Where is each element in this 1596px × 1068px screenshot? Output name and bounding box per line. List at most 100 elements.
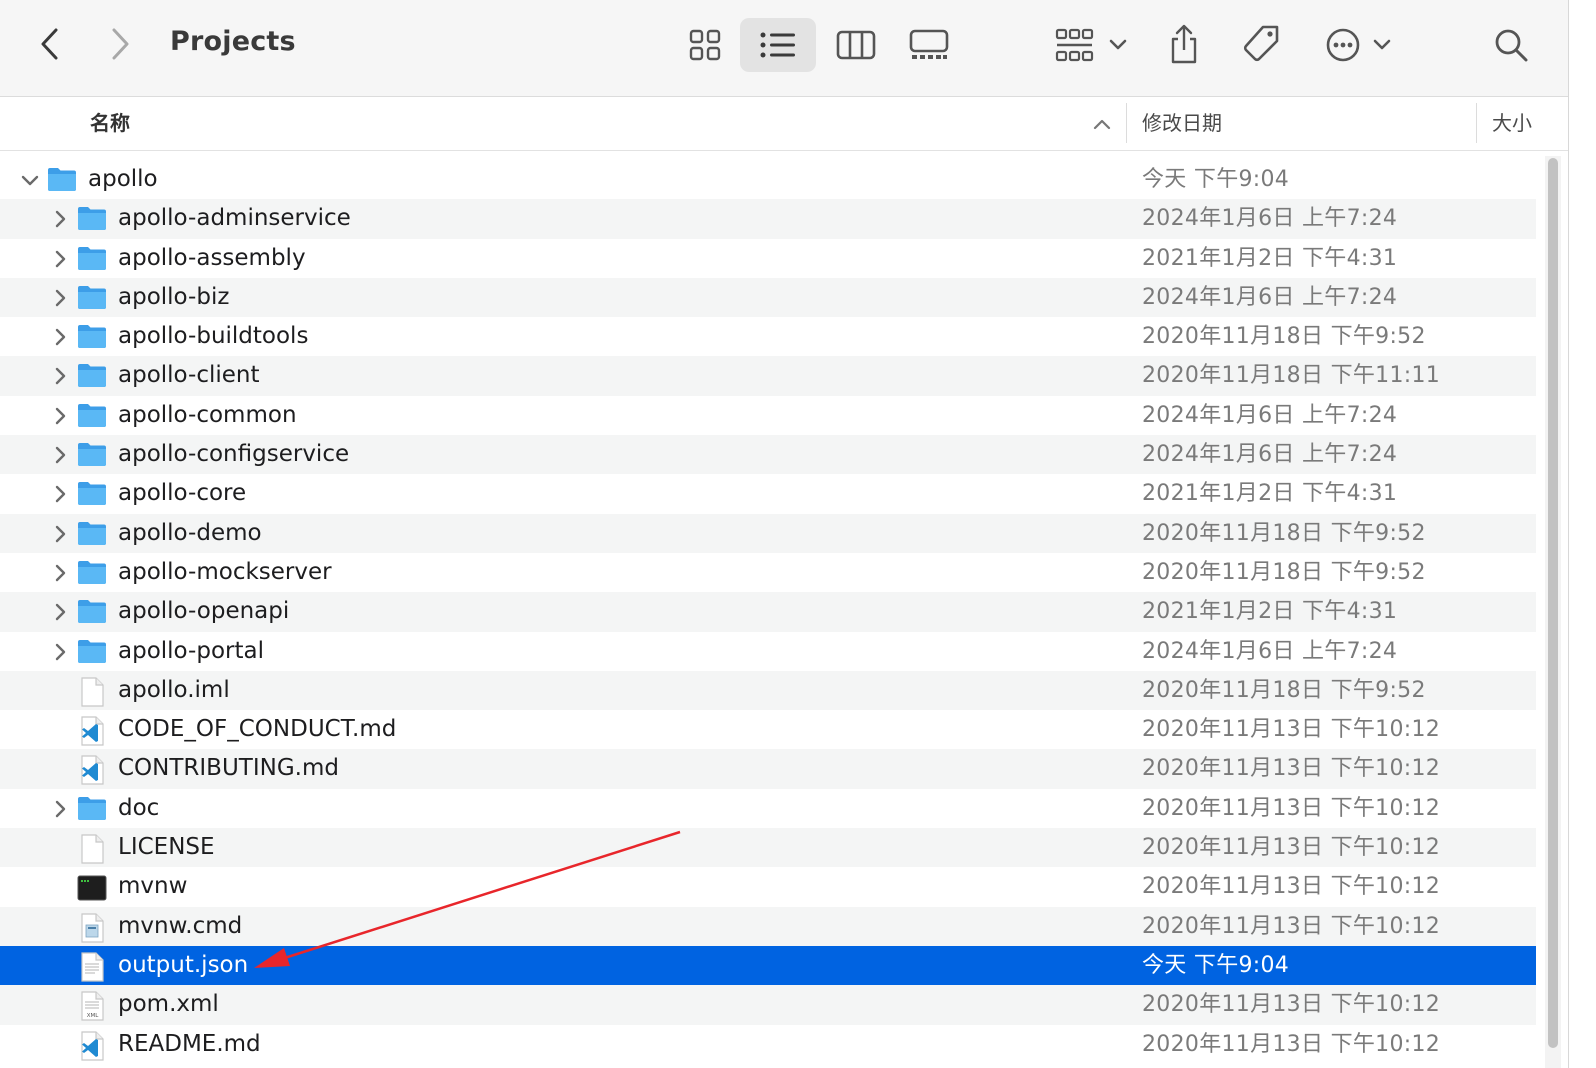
file-row[interactable]: README.md 2020年11月13日 下午10:12 (0, 1025, 1536, 1064)
disclosure-collapsed-icon[interactable] (50, 288, 70, 308)
file-row[interactable]: apollo.iml 2020年11月18日 下午9:52 (0, 670, 1536, 711)
file-modified-date: 2020年11月13日 下午10:12 (1142, 1031, 1441, 1057)
file-modified-date: 2020年11月18日 下午11:11 (1142, 363, 1441, 389)
vscode-document-icon (77, 1030, 107, 1061)
disclosure-collapsed-icon[interactable] (50, 445, 70, 465)
sort-ascending-icon[interactable] (1090, 113, 1114, 135)
disclosure-collapsed-icon[interactable] (50, 249, 70, 269)
file-modified-date: 2020年11月13日 下午10:12 (1142, 913, 1441, 939)
share-icon (1171, 24, 1197, 64)
search-button[interactable] (1490, 24, 1532, 66)
disclosure-expanded-icon[interactable] (20, 170, 40, 190)
file-row[interactable]: output.json 今天 下午9:04 (0, 945, 1536, 986)
vscode-document-icon (77, 716, 107, 746)
disclosure-collapsed-icon[interactable] (50, 484, 70, 504)
file-name: CONTRIBUTING.md (118, 755, 339, 782)
text-document-icon (77, 952, 107, 982)
file-modified-date: 2020年11月13日 下午10:12 (1142, 992, 1441, 1018)
list-icon (760, 32, 795, 58)
file-name: apollo-adminservice (118, 205, 351, 232)
file-row[interactable]: apollo-mockserver 2020年11月18日 下午9:52 (0, 553, 1536, 592)
view-as-list-button[interactable] (740, 18, 816, 72)
file-name: README.md (118, 1030, 261, 1057)
group-grid-icon (1055, 28, 1094, 62)
file-name: apollo-common (118, 401, 297, 428)
file-row[interactable]: apollo-client 2020年11月18日 下午11:11 (0, 356, 1536, 396)
svg-text:XML: XML (87, 1013, 100, 1019)
back-button[interactable] (30, 24, 70, 64)
column-size-header[interactable]: 大小 (1492, 97, 1532, 150)
view-as-icons-button[interactable] (684, 24, 726, 66)
file-list: apollo 今天 下午9:04 apollo-adminservice 2024年1… (0, 160, 1536, 1064)
file-modified-date: 2024年1月6日 上午7:24 (1142, 638, 1398, 664)
file-row[interactable]: apollo-configservice 2024年1月6日 上午7:24 (0, 435, 1536, 475)
file-name: output.json (118, 951, 249, 978)
file-row[interactable]: mvnw.cmd 2020年11月13日 下午10:12 (0, 906, 1536, 946)
chevron-down-icon (1373, 39, 1391, 50)
disclosure-collapsed-icon[interactable] (50, 524, 70, 544)
folder-icon (77, 362, 107, 390)
terminal-executable-icon (77, 873, 107, 901)
column-name-header[interactable]: 名称 (90, 97, 130, 150)
file-row[interactable]: apollo-common 2024年1月6日 上午7:24 (0, 396, 1536, 435)
grid-icon (689, 29, 721, 61)
forward-button[interactable] (100, 24, 140, 64)
disclosure-collapsed-icon[interactable] (50, 799, 70, 819)
file-row[interactable]: apollo-assembly 2021年1月2日 下午4:31 (0, 239, 1536, 278)
file-row[interactable]: mvnw 2020年11月13日 下午10:12 (0, 867, 1536, 906)
chevron-right-icon (112, 28, 129, 60)
cmd-script-icon (77, 913, 107, 943)
file-row[interactable]: apollo-demo 2020年11月18日 下午9:52 (0, 513, 1536, 553)
disclosure-collapsed-icon[interactable] (50, 366, 70, 386)
disclosure-collapsed-icon[interactable] (50, 327, 70, 347)
folder-icon (77, 559, 107, 587)
blank-document-icon (77, 834, 107, 864)
file-row[interactable]: doc 2020年11月13日 下午10:12 (0, 789, 1536, 828)
column-divider[interactable] (1476, 103, 1477, 143)
file-row[interactable]: apollo-core 2021年1月2日 下午4:31 (0, 474, 1536, 513)
file-modified-date: 今天 下午9:04 (1142, 167, 1290, 192)
search-icon (1495, 29, 1528, 62)
file-modified-date: 2024年1月6日 上午7:24 (1142, 402, 1398, 428)
column-divider[interactable] (1126, 103, 1127, 143)
folder-icon (77, 402, 107, 430)
disclosure-collapsed-icon[interactable] (50, 642, 70, 662)
disclosure-collapsed-icon[interactable] (50, 563, 70, 583)
file-name: pom.xml (118, 991, 219, 1018)
vertical-scrollbar[interactable] (1545, 156, 1561, 1068)
file-row[interactable]: apollo-biz 2024年1月6日 上午7:24 (0, 277, 1536, 318)
file-row[interactable]: apollo-openapi 2021年1月2日 下午4:31 (0, 592, 1536, 632)
view-as-columns-button[interactable] (834, 24, 878, 66)
file-row[interactable]: apollo-buildtools 2020年11月18日 下午9:52 (0, 317, 1536, 356)
disclosure-collapsed-icon[interactable] (50, 406, 70, 426)
file-modified-date: 2020年11月18日 下午9:52 (1142, 677, 1426, 703)
file-row[interactable]: CONTRIBUTING.md 2020年11月13日 下午10:12 (0, 749, 1536, 789)
file-row[interactable]: XML pom.xml 2020年11月13日 下午10:12 (0, 985, 1536, 1025)
file-row[interactable]: apollo-adminservice 2024年1月6日 上午7:24 (0, 199, 1536, 239)
file-row[interactable]: CODE_OF_CONDUCT.md 2020年11月13日 下午10:12 (0, 710, 1536, 749)
file-modified-date: 2024年1月6日 上午7:24 (1142, 284, 1398, 310)
file-modified-date: 2021年1月2日 下午4:31 (1142, 599, 1398, 625)
folder-icon (77, 205, 107, 233)
file-name: apollo-client (118, 362, 260, 389)
file-name: apollo-assembly (118, 244, 306, 271)
view-as-gallery-button[interactable] (906, 24, 952, 66)
column-header: 名称 修改日期 大小 (0, 97, 1568, 151)
file-modified-date: 2020年11月18日 下午9:52 (1142, 520, 1426, 546)
file-row[interactable]: apollo 今天 下午9:04 (0, 160, 1536, 199)
more-actions-button[interactable] (1322, 24, 1394, 66)
file-modified-date: 2020年11月13日 下午10:12 (1142, 795, 1441, 821)
tag-button[interactable] (1240, 22, 1282, 66)
disclosure-collapsed-icon[interactable] (50, 602, 70, 622)
file-row[interactable]: LICENSE 2020年11月13日 下午10:12 (0, 828, 1536, 868)
group-by-button[interactable] (1054, 24, 1128, 66)
scrollbar-thumb[interactable] (1548, 158, 1558, 1048)
share-button[interactable] (1164, 20, 1204, 68)
file-modified-date: 2024年1月6日 上午7:24 (1142, 206, 1398, 232)
file-modified-date: 今天 下午9:04 (1142, 952, 1290, 978)
file-row[interactable]: apollo-portal 2024年1月6日 上午7:24 (0, 632, 1536, 671)
column-date-header[interactable]: 修改日期 (1142, 97, 1222, 150)
disclosure-collapsed-icon[interactable] (50, 209, 70, 229)
file-name: apollo-demo (118, 519, 262, 546)
xml-document-icon: XML (77, 991, 107, 1021)
